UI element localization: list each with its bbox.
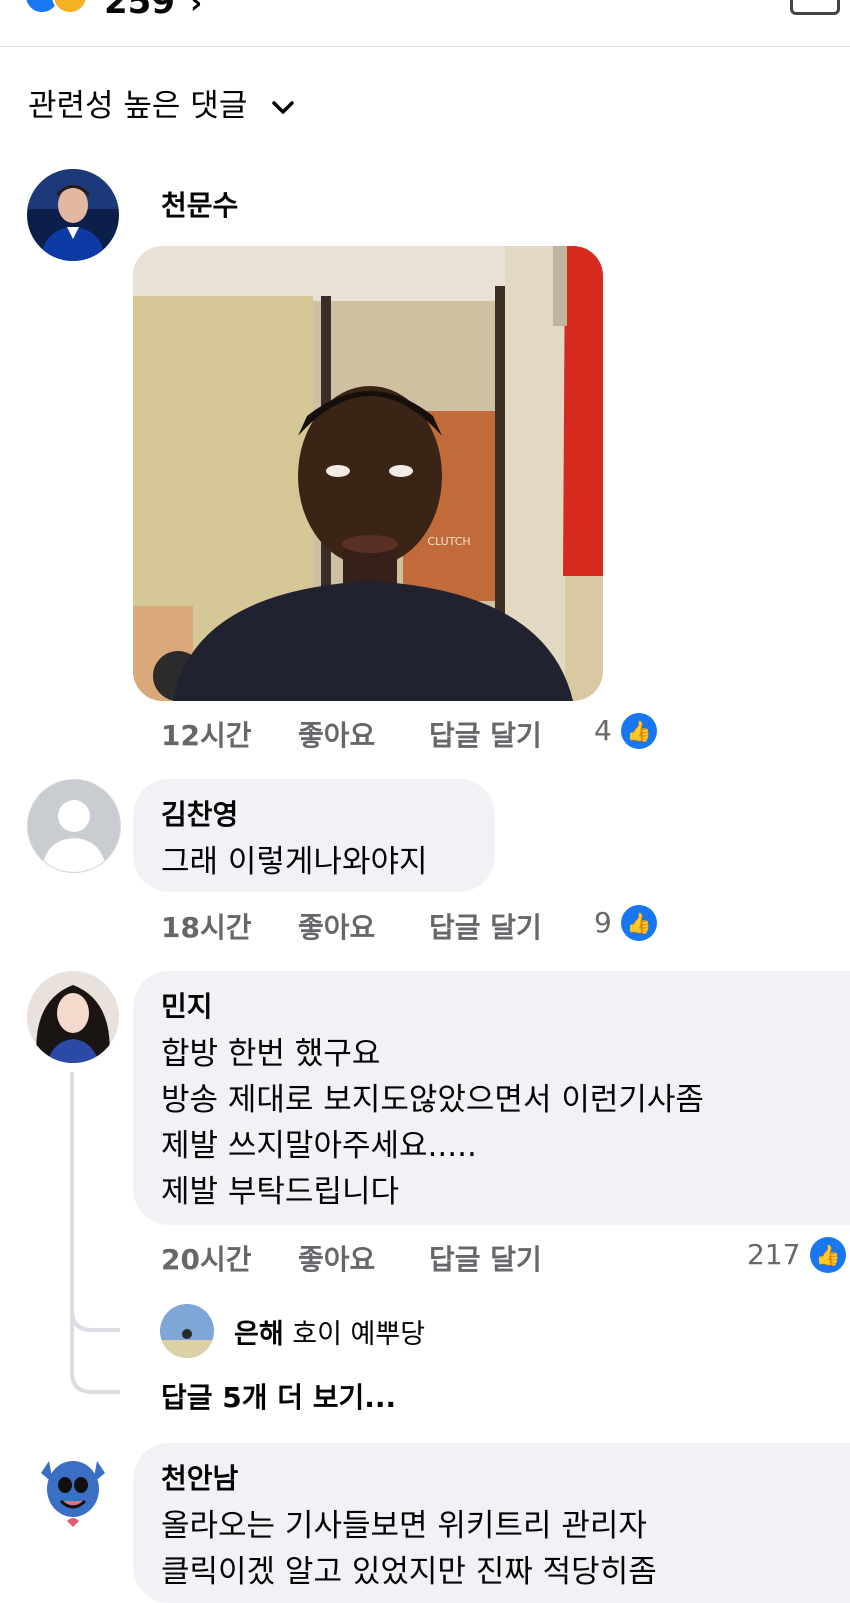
like-count[interactable]: 9 <box>594 906 612 939</box>
reply-preview[interactable]: 은해 호이 예뿌당 <box>234 1312 425 1351</box>
reaction-count[interactable]: 259 <box>104 0 175 22</box>
reply-text: 호이 예뿌당 <box>292 1319 426 1350</box>
thumbs-up-icon: 👍 <box>810 1237 846 1273</box>
comment-time: 18시간 <box>161 911 252 944</box>
default-avatar[interactable] <box>27 779 121 873</box>
reply-author[interactable]: 은해 <box>234 1319 284 1350</box>
avatar[interactable] <box>27 169 119 261</box>
comment-photo[interactable]: CLUTCH <box>133 246 603 701</box>
commenter-name[interactable]: 천안남 <box>161 1457 822 1497</box>
comment-bubble: 김찬영 그래 이렇게나와야지 <box>133 779 495 892</box>
comment-time: 20시간 <box>161 1243 252 1276</box>
like-button[interactable]: 좋아요 <box>298 906 375 946</box>
chevron-down-icon <box>272 100 294 114</box>
thumbs-up-icon: 👍 <box>621 713 657 749</box>
share-icon[interactable] <box>790 0 840 15</box>
like-count[interactable]: 4 <box>594 714 612 747</box>
avatar[interactable] <box>27 971 119 1063</box>
sort-label: 관련성 높은 댓글 <box>28 88 248 124</box>
comment-bubble: 천안남 올라오는 기사들보면 위키트리 관리자 클릭이겠 알고 있었지만 진짜 … <box>133 1443 850 1603</box>
reactions-bar: 259 › <box>0 0 850 47</box>
comment-meta: 20시간 좋아요 답글 달기 <box>161 1238 721 1278</box>
reply-button[interactable]: 답글 달기 <box>429 906 542 946</box>
reply-button[interactable]: 답글 달기 <box>429 1238 542 1278</box>
chevron-right-icon[interactable]: › <box>190 0 202 21</box>
reply-avatar[interactable] <box>160 1304 214 1358</box>
like-button[interactable]: 좋아요 <box>298 714 375 754</box>
avatar[interactable] <box>27 1443 119 1535</box>
like-count[interactable]: 217 <box>747 1238 800 1271</box>
comment-sort-dropdown[interactable]: 관련성 높은 댓글 <box>28 80 295 125</box>
comment-time: 12시간 <box>161 719 252 752</box>
commenter-name[interactable]: 김찬영 <box>161 793 467 833</box>
thread-connector <box>70 1072 120 1394</box>
comment-text: 그래 이렇게나와야지 <box>161 844 428 880</box>
like-button[interactable]: 좋아요 <box>298 1238 375 1278</box>
comment-text: 올라오는 기사들보면 위키트리 관리자 클릭이겠 알고 있었지만 진짜 적당히좀 <box>161 1508 657 1590</box>
thumbs-up-icon: 👍 <box>621 905 657 941</box>
comment-bubble: 민지 합방 한번 했구요 방송 제대로 보지도않았으면서 이런기사좀 제발 쓰지… <box>133 971 850 1225</box>
comment-text: 합방 한번 했구요 방송 제대로 보지도않았으면서 이런기사좀 제발 쓰지말아주… <box>161 1036 704 1210</box>
view-more-replies-link[interactable]: 답글 5개 더 보기... <box>161 1376 396 1416</box>
door-sign-text: CLUTCH <box>427 535 470 548</box>
commenter-name[interactable]: 민지 <box>161 985 822 1025</box>
commenter-name[interactable]: 천문수 <box>161 184 238 224</box>
haha-reaction-icon <box>52 0 88 14</box>
reply-button[interactable]: 답글 달기 <box>429 714 542 754</box>
